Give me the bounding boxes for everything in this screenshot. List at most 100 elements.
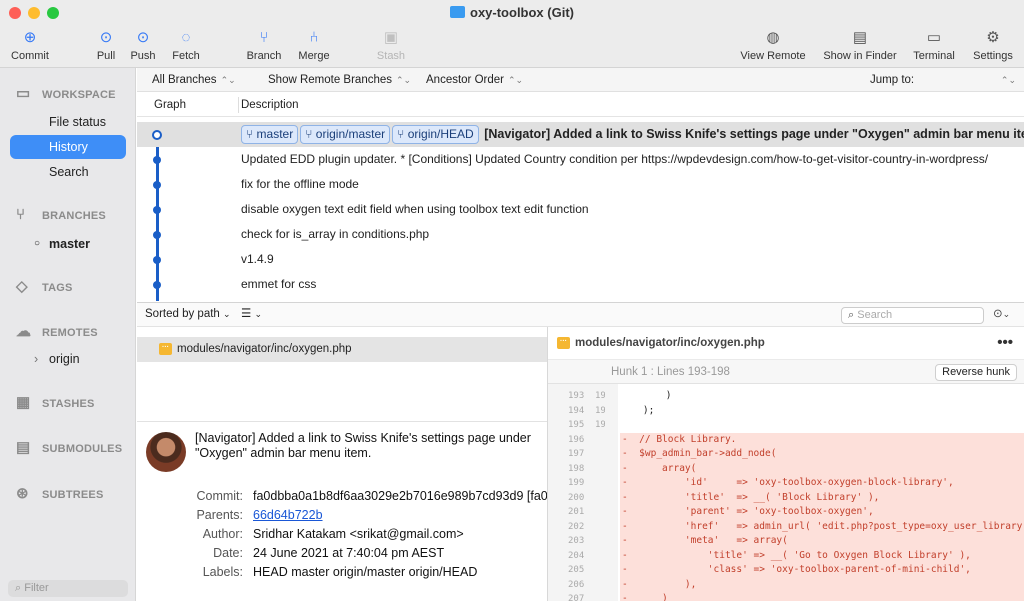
diff-line[interactable]: 196 - // Block Library. <box>548 432 1024 447</box>
column-divider[interactable] <box>238 97 239 113</box>
diff-line[interactable]: 195 19 <box>548 418 1024 433</box>
file-item[interactable]: ··· modules/navigator/inc/oxygen.php <box>137 337 547 362</box>
show-in-finder-button[interactable]: ▤ Show in Finder <box>820 28 900 62</box>
sidebar-item-history[interactable]: History <box>10 135 126 159</box>
diff-line[interactable]: 201 - 'parent' => 'oxy-toolbox-oxygen', <box>548 505 1024 520</box>
subtree-icon: ⊛ <box>16 485 29 502</box>
commit-button[interactable]: ⊕ Commit <box>10 28 50 62</box>
line-number: 195 <box>568 420 585 430</box>
list-icon: ☰ <box>241 308 252 320</box>
more-options-button[interactable]: ⊙⌄ <box>993 303 1010 326</box>
diff-line[interactable]: 206 - ), <box>548 577 1024 592</box>
remote-branches-select[interactable]: Show Remote Branches ⌃⌄ <box>268 68 411 92</box>
diff-line[interactable]: 203 - 'meta' => array( <box>548 534 1024 549</box>
commit-node-icon <box>152 130 162 140</box>
terminal-button[interactable]: ▭ Terminal <box>910 28 958 62</box>
commit-row[interactable]: emmet for css <box>137 272 1024 297</box>
sidebar-section-tags[interactable]: ◇ TAGS <box>16 277 73 295</box>
diff-line[interactable]: 194 19 ); <box>548 404 1024 419</box>
diff-line-code: ); <box>620 404 655 416</box>
search-icon: ⌕ <box>848 309 855 321</box>
push-button[interactable]: ⊙ Push <box>128 28 158 62</box>
line-number: 198 <box>568 463 585 474</box>
fetch-icon: ◌ <box>181 29 191 46</box>
commit-list-header: Graph Description <box>137 93 1024 117</box>
chevron-down-icon: ⌄ <box>1002 309 1011 319</box>
description-column-header[interactable]: Description <box>241 93 299 117</box>
sort-select[interactable]: Sorted by path ⌄ <box>145 303 231 326</box>
commit-row[interactable]: fix for the offline mode <box>137 172 1024 197</box>
parent-link[interactable]: 66d64b722b <box>253 506 323 524</box>
line-number: 194 <box>568 405 585 416</box>
diff-line[interactable]: 199 - 'id' => 'oxy-toolbox-oxygen-block-l… <box>548 476 1024 491</box>
diff-line[interactable]: 205 - 'class' => 'oxy-toolbox-parent-of-m… <box>548 563 1024 578</box>
jump-to-select[interactable]: Jump to: ⌃⌄ <box>870 68 1020 92</box>
ellipsis-circle-icon: ⊙ <box>993 308 1003 320</box>
commit-row[interactable]: Updated EDD plugin updater. * [Condition… <box>137 147 1024 172</box>
commit-node-icon <box>153 181 161 189</box>
globe-icon: ◍ <box>766 29 780 46</box>
view-mode-select[interactable]: ☰ ⌄ <box>241 303 262 326</box>
view-remote-button[interactable]: ◍ View Remote <box>738 28 808 62</box>
pull-button[interactable]: ⊙ Pull <box>92 28 120 62</box>
diff-line[interactable]: 198 - array( <box>548 461 1024 476</box>
stash-icon: ▣ <box>383 29 399 46</box>
diff-line[interactable]: 197 - $wp_admin_bar->add_node( <box>548 447 1024 462</box>
diff-line-code: - 'class' => 'oxy-toolbox-parent-of-mini… <box>620 563 1024 578</box>
commit-row[interactable]: v1.4.9 <box>137 247 1024 272</box>
diff-line[interactable]: 204 - 'title' => __( 'Go to Oxygen Block … <box>548 548 1024 563</box>
changed-files-list: ··· modules/navigator/inc/oxygen.php <box>137 327 547 422</box>
diff-line[interactable]: 207 - ) <box>548 592 1024 601</box>
search-input[interactable]: ⌕ Search <box>841 307 984 324</box>
sidebar-filter-input[interactable]: ⌕ Filter <box>8 580 128 597</box>
diff-line[interactable]: 193 19 ) <box>548 389 1024 404</box>
commit-node-icon <box>153 156 161 164</box>
window-titlebar: oxy-toolbox (Git) ⊕ Commit ⊙ Pull ⊙ Push ◌ F… <box>0 0 1024 68</box>
commit-details: [Navigator] Added a link to Swiss Knife'… <box>137 423 548 601</box>
diff-line[interactable]: 200 - 'title' => __( 'Block Library' ), <box>548 490 1024 505</box>
chevron-right-icon: › <box>34 352 39 366</box>
stash-button[interactable]: ▣ Stash <box>374 28 408 62</box>
more-icon[interactable]: ••• <box>997 327 1013 359</box>
submodule-icon: ▤ <box>16 439 31 456</box>
branch-button[interactable]: ⑂ Branch <box>244 28 284 62</box>
merge-button[interactable]: ⑃ Merge <box>296 28 332 62</box>
sidebar-item-file-status[interactable]: File status <box>10 110 126 134</box>
sidebar-section-workspace[interactable]: ▭ WORKSPACE <box>16 84 116 102</box>
commit-list: ⑂ master ⑂ origin/master ⑂ origin/HEAD [Na… <box>137 118 1024 301</box>
commit-node-icon <box>153 281 161 289</box>
line-number: 202 <box>568 521 585 532</box>
sidebar-section-remotes[interactable]: ☁ REMOTES <box>16 322 98 340</box>
commit-node-icon <box>153 256 161 264</box>
diff-line[interactable]: 202 - 'href' => admin_url( 'edit.php?post… <box>548 519 1024 534</box>
order-select[interactable]: Ancestor Order ⌃⌄ <box>426 68 523 92</box>
sidebar-section-submodules[interactable]: ▤ SUBMODULES <box>16 438 122 456</box>
graph-column-header[interactable]: Graph <box>154 93 186 117</box>
branches-select[interactable]: All Branches ⌃⌄ <box>152 68 236 92</box>
gear-icon: ⚙ <box>986 29 1000 46</box>
sidebar-item-remote-origin[interactable]: › origin <box>10 347 126 371</box>
stash-icon: ▦ <box>16 394 31 411</box>
line-number: 196 <box>568 434 585 445</box>
chevron-down-icon: ⌄ <box>254 309 263 319</box>
sidebar-section-stashes[interactable]: ▦ STASHES <box>16 393 95 411</box>
reverse-hunk-button[interactable]: Reverse hunk <box>935 364 1017 381</box>
commit-row[interactable]: check for is_array in conditions.php <box>137 222 1024 247</box>
sidebar-section-subtrees[interactable]: ⊛ SUBTREES <box>16 484 104 502</box>
current-branch-icon: ○ <box>34 238 41 249</box>
chevron-down-icon: ⌄ <box>223 309 231 319</box>
commit-row[interactable]: ⑂ master ⑂ origin/master ⑂ origin/HEAD [Na… <box>137 122 1024 147</box>
sidebar-section-branches[interactable]: ⑂ BRANCHES <box>16 206 106 223</box>
file-list-toolbar: Sorted by path ⌄ ☰ ⌄ ⌕ Search ⊙⌄ <box>137 302 1024 327</box>
settings-button[interactable]: ⚙ Settings <box>970 28 1016 62</box>
line-number: 205 <box>568 565 585 575</box>
commit-row[interactable]: disable oxygen text edit field when usin… <box>137 197 1024 222</box>
pull-icon: ⊙ <box>99 29 113 46</box>
sidebar-item-search[interactable]: Search <box>10 160 126 184</box>
window-title: oxy-toolbox (Git) <box>0 5 1024 20</box>
sidebar-item-branch-master[interactable]: ○ master <box>10 232 126 256</box>
monitor-icon: ▭ <box>16 85 31 102</box>
folder-icon <box>450 6 465 18</box>
fetch-button[interactable]: ◌ Fetch <box>169 28 203 62</box>
diff-line-code: - 'title' => __( 'Go to Oxygen Block Lib… <box>620 548 1024 563</box>
